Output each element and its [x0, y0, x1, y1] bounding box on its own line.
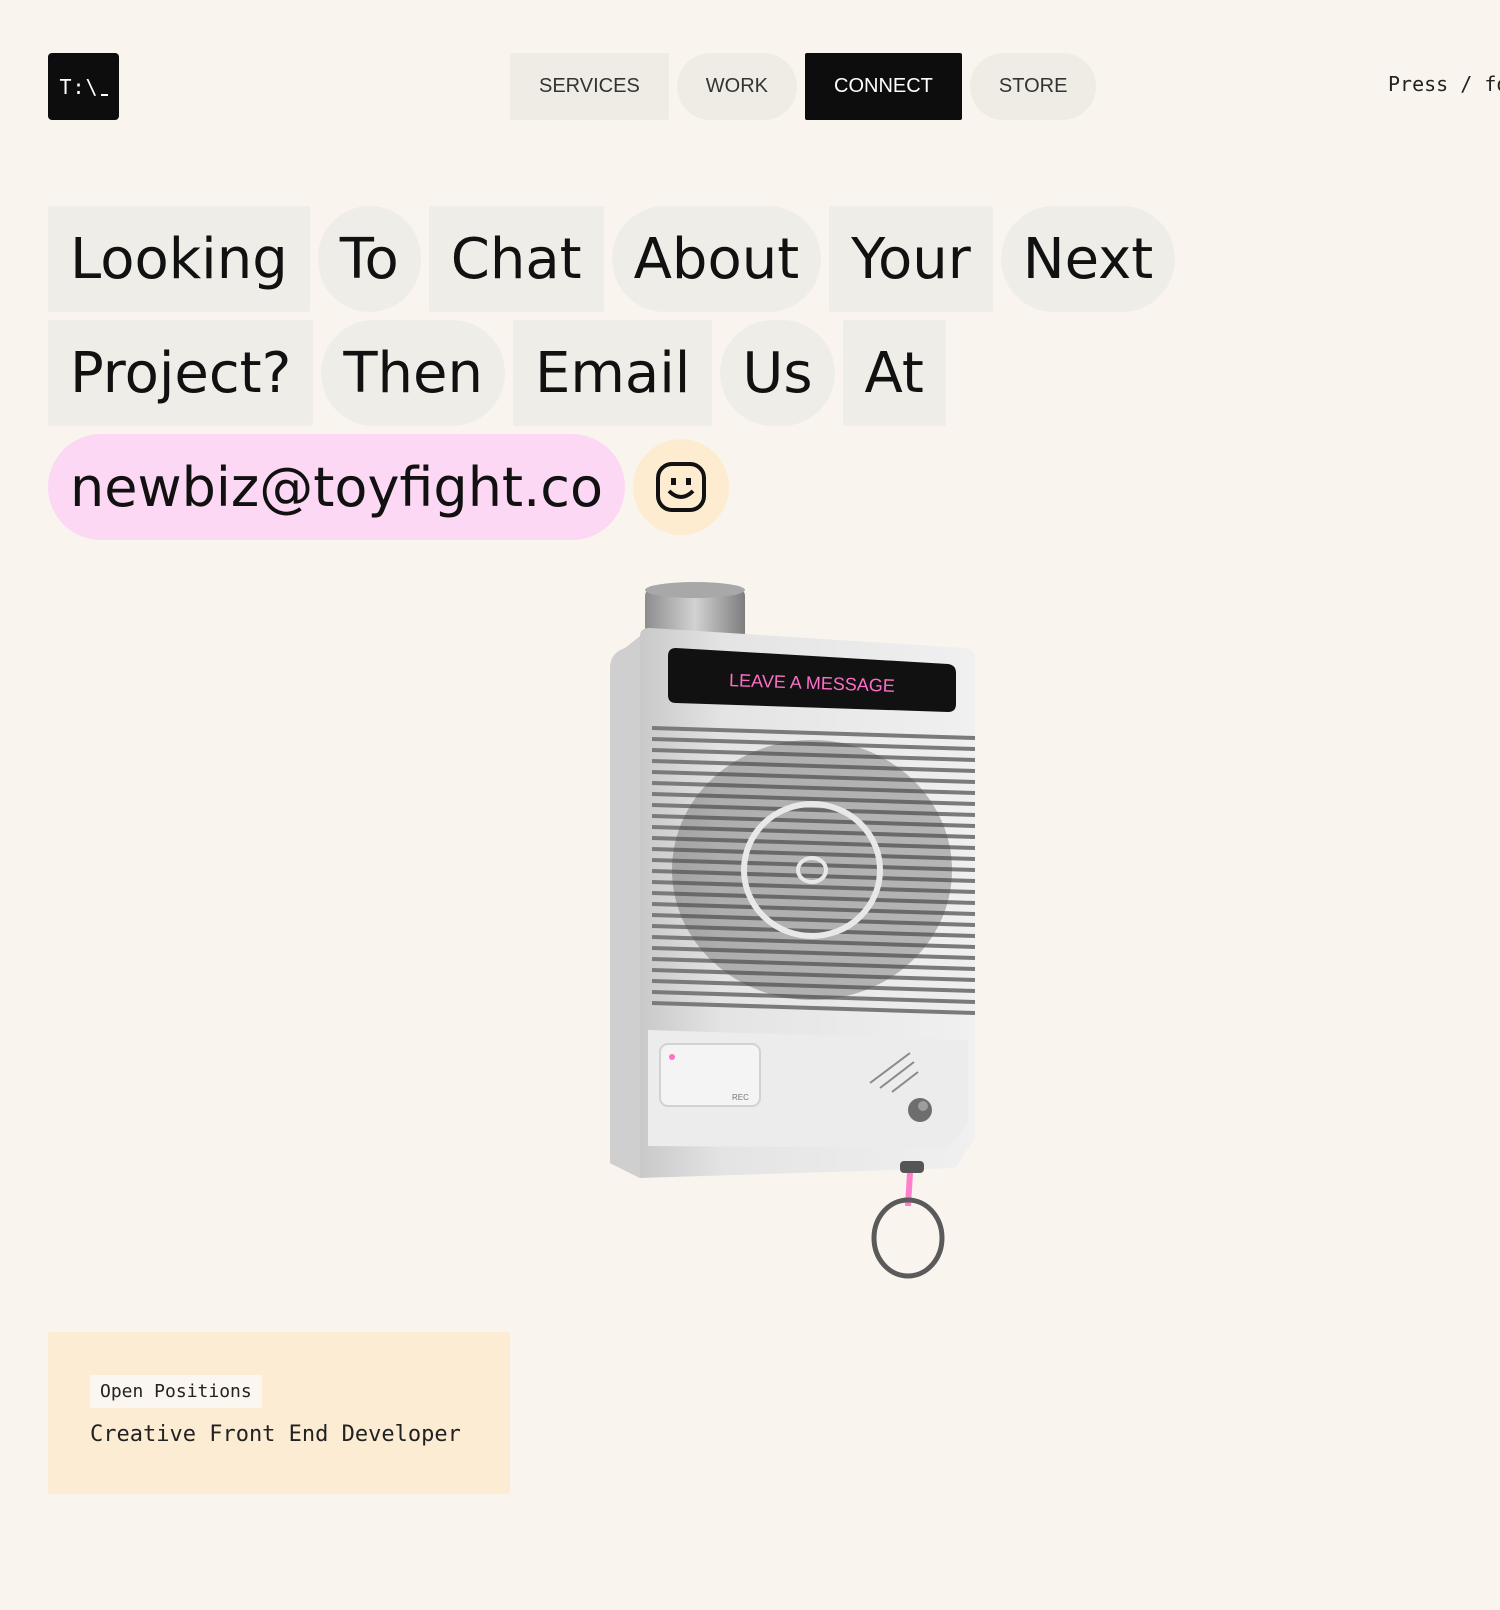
nav-item-services[interactable]: SERVICES	[510, 53, 669, 120]
message-device-svg: LEAVE A MESSAGE REC	[610, 582, 976, 1279]
message-device-illustration: LEAVE A MESSAGE REC	[500, 578, 1090, 1293]
headline-word: Your	[829, 206, 993, 312]
rec-button-label: REC	[732, 1093, 749, 1102]
headline-row-1: Looking To Chat About Your Next	[48, 206, 1248, 312]
job-title-link[interactable]: Creative Front End Developer	[90, 1422, 461, 1447]
logo-text: T:\	[59, 74, 99, 99]
headline: Looking To Chat About Your Next Project?…	[48, 206, 1248, 548]
smiley-face-svg	[656, 462, 706, 512]
headline-word: To	[317, 206, 421, 312]
headline-word: Email	[512, 320, 713, 426]
smiley-face-icon	[633, 439, 729, 535]
headline-word: At	[842, 320, 946, 426]
headline-word: Then	[321, 320, 505, 426]
open-positions-card[interactable]: Open Positions Creative Front End Develo…	[48, 1332, 510, 1494]
headline-word: Project?	[48, 320, 314, 426]
headline-row-2: Project? Then Email Us At	[48, 320, 1248, 426]
keyboard-shortcut-hint: Press / for	[1388, 72, 1500, 96]
headline-word: Chat	[428, 206, 604, 312]
headline-word: About	[611, 206, 822, 312]
main-nav: SERVICES WORK CONNECT STORE	[510, 53, 1097, 120]
nav-item-work[interactable]: WORK	[676, 53, 797, 120]
page: T:\ SERVICES WORK CONNECT STORE Press / …	[0, 0, 1500, 1610]
nav-item-connect[interactable]: CONNECT	[805, 53, 962, 120]
headline-word: Next	[1000, 206, 1176, 312]
logo-button[interactable]: T:\	[48, 53, 119, 120]
email-link[interactable]: newbiz@toyfight.co	[48, 434, 625, 540]
nav-item-store[interactable]: STORE	[969, 53, 1097, 120]
logo-cursor	[100, 93, 108, 96]
headline-word: Us	[720, 320, 835, 426]
open-positions-badge: Open Positions	[90, 1375, 262, 1408]
headline-row-3: newbiz@toyfight.co	[48, 434, 1248, 540]
headline-word: Looking	[48, 206, 310, 312]
